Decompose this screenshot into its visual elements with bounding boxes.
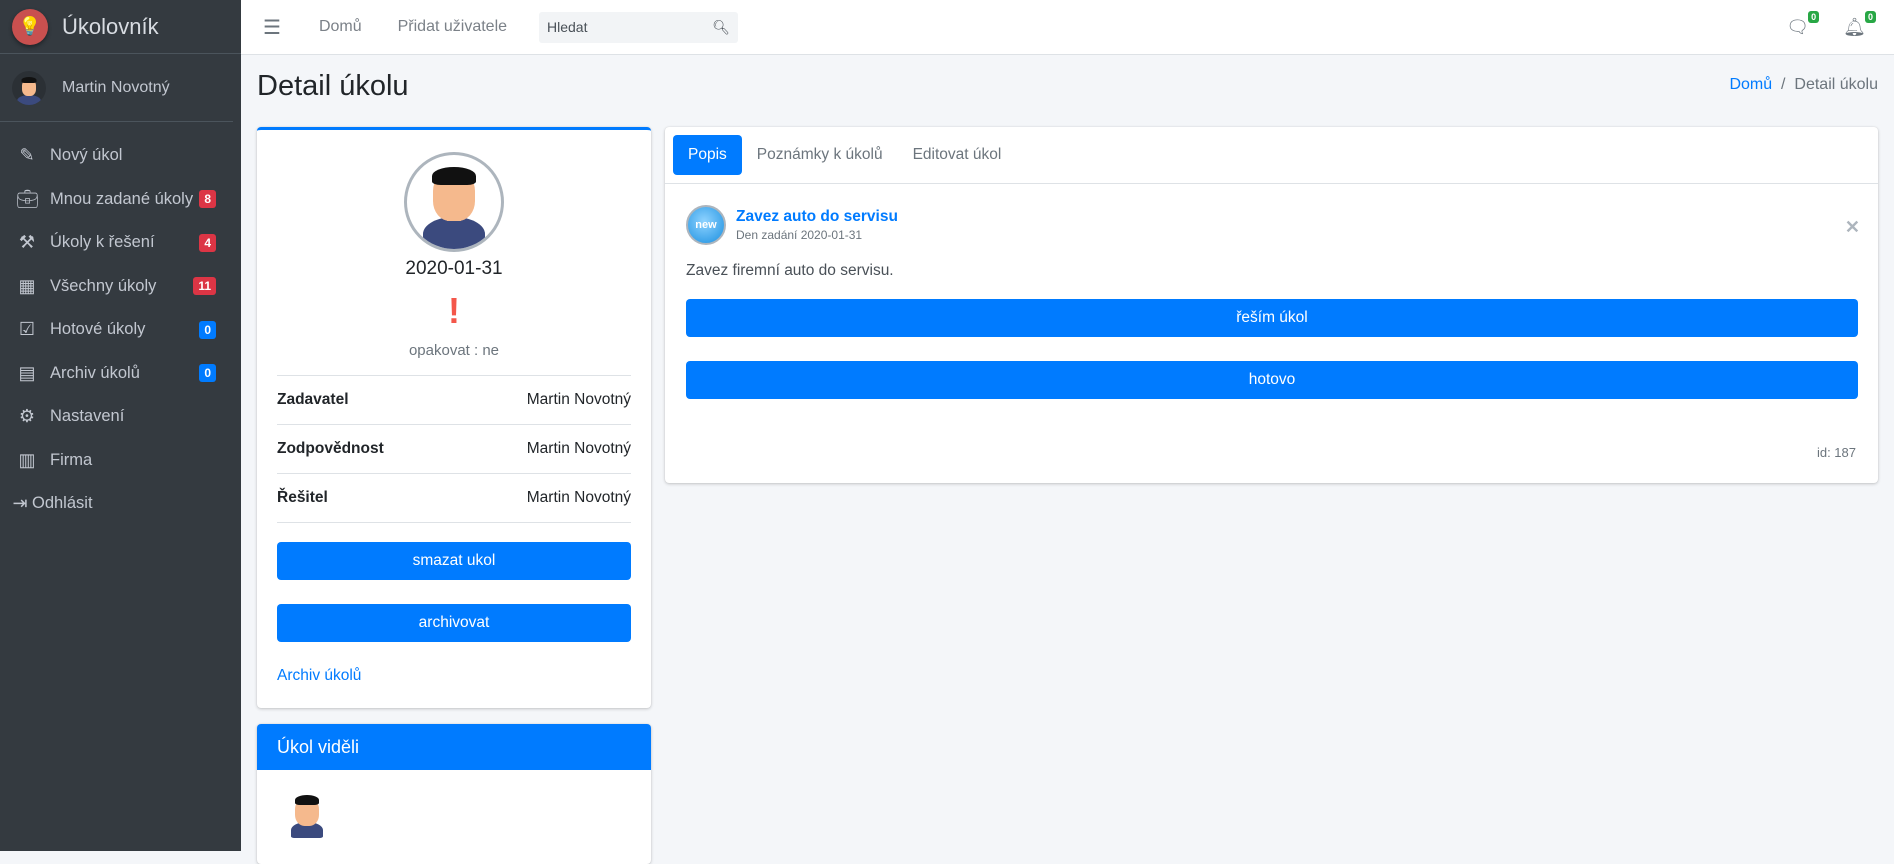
menu-icon[interactable]: ☰ (263, 15, 281, 40)
info-value: Martin Novotný (526, 489, 631, 506)
lightbulb-logo-icon: 💡 (12, 8, 48, 45)
check-square-icon: ☑ (18, 319, 36, 340)
task-summary-card: 2020-01-31 ! opakovat : ne Zadavatel Mart… (257, 127, 651, 708)
sidebar-item-1[interactable]: 💼︎ Mnou zadané úkoly 8 (0, 178, 241, 222)
info-label: Zadavatel (277, 391, 349, 408)
breadcrumb-home[interactable]: Domů (1729, 76, 1772, 93)
archive-icon: ▤ (18, 362, 36, 383)
sidebar-item-4[interactable]: ☑ Hotové úkoly 0 (0, 308, 241, 352)
close-icon[interactable]: ✕ (1845, 217, 1860, 238)
sidebar-item-label: Všechny úkoly (50, 276, 157, 295)
sidebar-item-label: Archiv úkolů (50, 363, 140, 382)
info-value: Martin Novotný (526, 440, 631, 457)
sidebar-item-label: Úkoly k řešení (50, 233, 155, 252)
search-placeholder: Hledat (547, 19, 588, 35)
user-name: Martin Novotný (62, 78, 170, 96)
count-badge: 8 (199, 190, 216, 209)
task-date: 2020-01-31 (405, 258, 503, 279)
sidebar-item-7[interactable]: ▥ Firma (0, 439, 241, 483)
info-row: Zadavatel Martin Novotný (277, 376, 631, 425)
avatar (12, 70, 46, 105)
search-input[interactable]: Hledat 🔍︎ (539, 11, 739, 43)
repeat-info: opakovat : ne (408, 342, 500, 359)
info-row: Řešitel Martin Novotný (277, 474, 631, 523)
sidebar-item-label: Nový úkol (50, 146, 123, 165)
info-label: Řešitel (277, 489, 328, 506)
sidebar-item-label: Mnou zadané úkoly (50, 189, 194, 208)
tab-notes[interactable]: Poznámky k úkolů (742, 135, 898, 175)
sidebar-item-5[interactable]: ▤ Archiv úkolů 0 (0, 352, 241, 396)
topbar: ☰ Domů Přidat uživatele Hledat 🔍︎ 🗨 0 🔔︎ 0 (241, 0, 1894, 55)
sidebar: 💡 Úkolovník Martin Novotný ✎ Nový úkol 💼︎ M… (0, 0, 241, 851)
nav-add-user-link[interactable]: Přidat uživatele (398, 18, 507, 36)
messages-badge: 0 (1808, 11, 1820, 23)
count-badge: 0 (199, 320, 216, 339)
search-icon[interactable]: 🔍︎ (712, 19, 730, 36)
tab-popis[interactable]: Popis (673, 135, 742, 175)
sidebar-item-label: Hotové úkoly (50, 320, 146, 339)
archive-link[interactable]: Archiv úkolů (277, 667, 361, 685)
hammer-icon: ⚒ (18, 232, 36, 253)
task-people-list: Zadavatel Martin Novotný Zodpovědnost Marti… (277, 375, 631, 523)
count-badge: 0 (199, 364, 216, 383)
table-icon: ▦ (18, 275, 36, 296)
sign-out-icon: ⇥ (12, 493, 28, 514)
seen-by-title: Úkol viděli (257, 724, 651, 770)
sidebar-nav: ✎ Nový úkol 💼︎ Mnou zadané úkoly 8 ⚒ Úkoly k ř… (0, 134, 241, 526)
sidebar-item-label: Nastavení (50, 407, 125, 426)
info-row: Zodpovědnost Martin Novotný (277, 425, 631, 474)
info-value: Martin Novotný (526, 391, 631, 408)
sidebar-item-3[interactable]: ▦ Všechny úkoly 11 (0, 265, 241, 309)
sidebar-item-0[interactable]: ✎ Nový úkol (0, 134, 241, 178)
user-panel[interactable]: Martin Novotný (0, 54, 233, 122)
app-title: Úkolovník (62, 13, 159, 39)
breadcrumb-current: Detail úkolu (1794, 76, 1878, 93)
solve-task-button[interactable]: řeším úkol (686, 299, 1858, 337)
task-title-link[interactable]: Zavez auto do servisu (736, 208, 898, 226)
tab-edit[interactable]: Editovat úkol (898, 135, 1017, 175)
count-badge: 4 (199, 233, 216, 252)
sidebar-item-6[interactable]: ⚙ Nastavení (0, 395, 241, 439)
task-detail-card: Popis Poznámky k úkolů Editovat úkol new… (665, 127, 1878, 483)
breadcrumb-separator: / (1776, 76, 1790, 93)
priority-exclamation-icon: ! (448, 290, 460, 331)
notifications-badge: 0 (1864, 11, 1876, 23)
sidebar-item-label: Odhlásit (32, 494, 93, 513)
sidebar-item-2[interactable]: ⚒ Úkoly k řešení 4 (0, 221, 241, 265)
task-assigned-date: Den zadání 2020-01-31 (736, 228, 863, 242)
new-badge-icon: new (686, 205, 726, 245)
brand-link[interactable]: 💡 Úkolovník (0, 0, 241, 54)
breadcrumb: Domů / Detail úkolu (1729, 76, 1878, 94)
delete-task-button[interactable]: smazat ukol (277, 542, 631, 580)
archive-task-button[interactable]: archivovat (277, 604, 631, 642)
page-title: Detail úkolu (257, 70, 409, 102)
edit-icon: ✎ (19, 145, 35, 166)
task-id: id: 187 (1816, 445, 1856, 460)
briefcase-icon: 💼︎ (16, 188, 39, 209)
nav-home-link[interactable]: Domů (319, 18, 362, 36)
assignee-avatar (404, 152, 504, 252)
detail-tabs: Popis Poznámky k úkolů Editovat úkol (665, 127, 1878, 184)
done-button[interactable]: hotovo (686, 361, 1858, 399)
building-icon: ▥ (18, 449, 36, 470)
task-description: Zavez firemní auto do servisu. (686, 262, 894, 279)
messages-icon[interactable]: 🗨 0 (1786, 11, 1820, 38)
sidebar-item-label: Firma (50, 450, 93, 469)
count-badge: 11 (193, 277, 216, 296)
seen-user-avatar (287, 792, 327, 842)
info-label: Zodpovědnost (277, 440, 384, 457)
bell-icon[interactable]: 🔔︎ 0 (1843, 11, 1876, 38)
cogs-icon: ⚙ (18, 406, 36, 427)
seen-by-card: Úkol viděli (257, 724, 651, 864)
sidebar-item-8[interactable]: ⇥ Odhlásit (0, 482, 241, 526)
